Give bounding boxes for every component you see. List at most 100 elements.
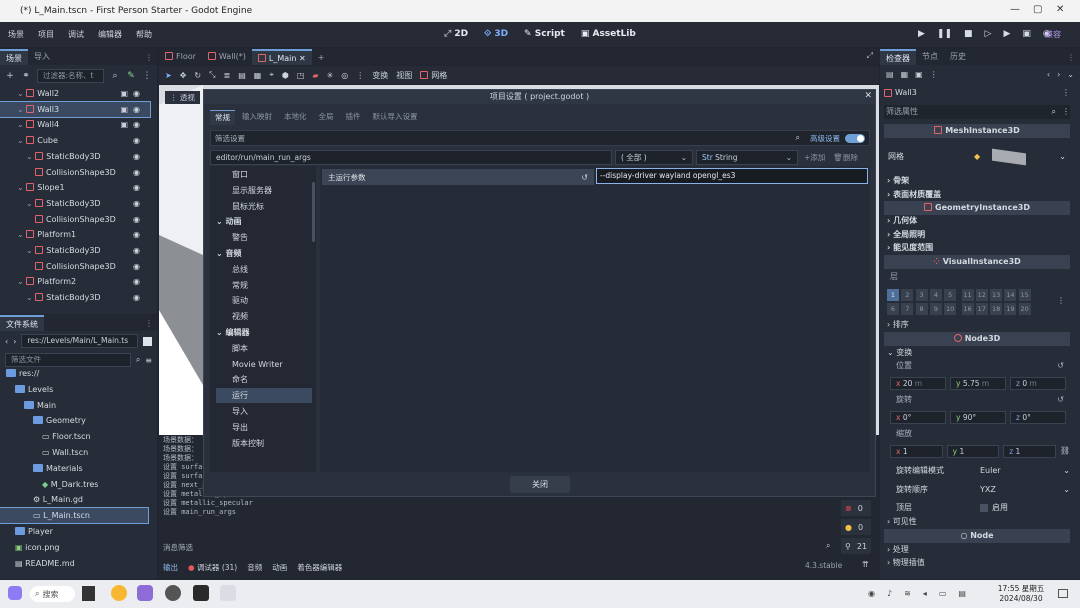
position-x-field[interactable]: x 20 m — [890, 376, 946, 390]
mesh-preview[interactable] — [992, 148, 1027, 166]
move-tool-icon[interactable]: ✥ — [180, 71, 187, 80]
maximize-icon[interactable]: ▢ — [1033, 4, 1042, 15]
rotation-edit-mode-select[interactable]: Euler — [980, 464, 1063, 478]
error-filter-button[interactable]: ⊗ 0 — [841, 500, 871, 516]
scene-node[interactable]: CollisionShape3D ◉ — [0, 212, 150, 227]
ruler-icon[interactable]: ◳ — [297, 71, 305, 80]
fs-menu-icon[interactable]: ⋮ — [145, 319, 153, 328]
setting-row-main-run-args[interactable]: 主运行参数 ↺ — [322, 169, 594, 185]
chevron-down-icon[interactable]: ⌄ — [17, 120, 26, 129]
scene-node[interactable]: ⌄ Cube ◉ — [0, 133, 150, 148]
scene-node[interactable]: ⌄ Platform1 ◉ — [0, 227, 150, 242]
scene-filter-input[interactable]: 过滤器:名称、t — [37, 69, 104, 83]
bottom-tab[interactable]: 着色器编辑器 — [297, 562, 342, 573]
pause-icon[interactable]: ❚❚ — [937, 29, 952, 39]
play-custom-icon[interactable]: ▣ — [1022, 29, 1031, 39]
editor-tab[interactable]: Wall(*) — [202, 49, 252, 65]
settings-section[interactable]: 命名 — [216, 372, 312, 387]
fs-item[interactable]: ▭ Wall.tscn — [0, 445, 148, 460]
layer-cell[interactable]: 11 — [961, 289, 974, 301]
layer-cell[interactable]: 3 — [915, 289, 928, 301]
environment-icon[interactable]: ◎ — [341, 71, 348, 80]
position-revert-icon[interactable]: ↺ — [1057, 359, 1064, 373]
visibility-eye-icon[interactable]: ◉ — [133, 212, 140, 227]
process-section[interactable]: › 处理 — [884, 543, 1070, 557]
resource-menu-icon[interactable]: ⋮ — [930, 70, 938, 79]
chevron-down-icon[interactable]: ⌄ — [17, 105, 26, 114]
settings-section[interactable]: 总线 — [216, 262, 312, 277]
play-scene-icon[interactable]: ▶ — [1003, 29, 1010, 39]
settings-section[interactable]: ⌄ 音频 — [216, 246, 312, 261]
view-menu[interactable]: 视图 — [396, 70, 412, 81]
visibility-eye-icon[interactable]: ◉ — [133, 290, 140, 305]
layer-cell[interactable]: 17 — [975, 303, 988, 315]
bottom-tab[interactable]: 输出 — [163, 562, 178, 573]
tab-import[interactable]: 导入 — [28, 49, 56, 65]
visibility-eye-icon[interactable]: ◉ — [133, 259, 140, 274]
new-tab-icon[interactable]: + — [318, 53, 325, 62]
visibility-eye-icon[interactable]: ◉ — [133, 227, 140, 242]
fs-item[interactable]: Geometry — [0, 413, 148, 428]
menu-item[interactable]: 调试 — [68, 29, 84, 40]
audio-icon[interactable]: ♪ — [887, 589, 892, 598]
layers-menu-icon[interactable]: ⋮ — [1057, 296, 1065, 305]
settings-section[interactable]: 鼠标光标 — [216, 199, 312, 214]
scene-node[interactable]: ⌄ StaticBody3D ◉ — [0, 243, 150, 258]
add-property-button[interactable]: +添加 — [804, 152, 825, 163]
save-resource-icon[interactable]: ▣ — [915, 70, 923, 79]
inspector-section[interactable]: › 能见度范围 — [884, 241, 1070, 255]
history-menu-icon[interactable]: ⌄ — [1067, 70, 1074, 79]
lock-icon[interactable]: ▤ — [238, 71, 246, 80]
chevron-down-icon[interactable]: ⌄ — [17, 230, 26, 239]
select-tool-icon[interactable]: ➤ — [165, 71, 172, 80]
visibility-eye-icon[interactable]: ◉ — [133, 102, 140, 117]
layer-cell[interactable]: 7 — [901, 303, 914, 315]
settings-section[interactable]: 驱动 — [216, 293, 312, 308]
visibility-eye-icon[interactable]: ◉ — [133, 133, 140, 148]
fs-item[interactable]: ▭ L_Main.tscn — [0, 507, 149, 525]
fs-item[interactable]: Main — [0, 398, 148, 413]
visibility-eye-icon[interactable]: ◉ — [133, 274, 140, 289]
group-icon[interactable]: ▦ — [254, 71, 262, 80]
more-icon[interactable]: ⋮ — [142, 71, 152, 81]
inspector-section[interactable]: › 骨架 — [884, 174, 1070, 188]
property-menu-icon[interactable]: ⋮ — [1062, 105, 1070, 119]
forward-icon[interactable]: › — [13, 337, 16, 346]
scene-node[interactable]: ⌄ Wall3 ▣ ◉ — [0, 100, 151, 118]
remote-debug-icon[interactable]: ▷ — [985, 29, 992, 39]
visibility-eye-icon[interactable]: ◉ — [133, 117, 140, 132]
visibility-eye-icon[interactable]: ◉ — [133, 243, 140, 258]
advanced-settings-toggle[interactable] — [845, 133, 865, 143]
close-icon[interactable]: ✕ — [1056, 4, 1064, 15]
volume-icon[interactable]: ◂ — [923, 589, 927, 598]
layer-cell[interactable]: 9 — [929, 303, 942, 315]
layer-cell[interactable]: 2 — [901, 289, 914, 301]
open-resource-icon[interactable]: ▦ — [901, 70, 909, 79]
list-select-icon[interactable]: ≣ — [224, 71, 231, 80]
revert-icon[interactable]: ↺ — [581, 173, 588, 182]
scene-node[interactable]: CollisionShape3D ◉ — [0, 259, 150, 274]
inspector-menu-icon[interactable]: ⋮ — [1067, 53, 1075, 62]
fs-item[interactable]: ▣ icon.png — [0, 540, 148, 555]
scene-node[interactable]: ⌄ StaticBody3D ◉ — [0, 149, 150, 164]
settings-section[interactable]: 常规 — [216, 278, 312, 293]
chevron-down-icon[interactable]: ⌄ — [26, 152, 35, 161]
rotation-revert-icon[interactable]: ↺ — [1057, 393, 1064, 407]
close-button[interactable]: 关闭 — [510, 476, 570, 493]
top-level-checkbox[interactable] — [980, 504, 988, 512]
stop-icon[interactable]: ■ — [964, 29, 973, 39]
link-icon[interactable]: ⚭ — [21, 71, 31, 81]
back-icon[interactable]: ‹ — [5, 337, 8, 346]
godot-app-icon[interactable] — [220, 585, 236, 601]
camera-override-icon[interactable]: ▰ — [312, 71, 318, 80]
mesh-dropdown-icon[interactable]: ⌄ — [1059, 150, 1066, 164]
transform-section[interactable]: ⌄ 变换 — [884, 346, 1070, 360]
inspected-node[interactable]: Wall3 ⋮ — [884, 86, 1070, 100]
settings-section[interactable]: Movie Writer — [216, 357, 312, 372]
dialog-tab[interactable]: 默认导入设置 — [368, 110, 423, 124]
link-scale-icon[interactable]: ⛓ — [1060, 444, 1070, 458]
fs-item[interactable]: Player — [0, 524, 148, 539]
clock[interactable]: 17:55 星期五 2024/08/30 — [996, 584, 1046, 604]
chevron-down-icon[interactable]: ⌄ — [17, 136, 26, 145]
wifi-icon[interactable]: ≋ — [904, 589, 911, 598]
